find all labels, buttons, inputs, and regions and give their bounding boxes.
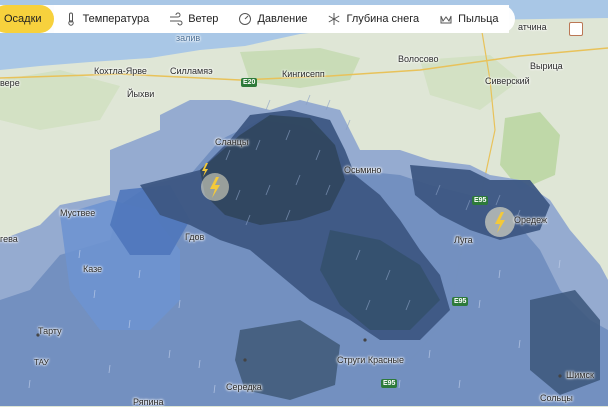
tab-snow-depth[interactable]: Глубина снега: [317, 5, 430, 33]
place-label-strugi: Струги Красные: [337, 355, 405, 365]
tab-label-pressure: Давление: [257, 13, 308, 25]
water-label: залив: [176, 33, 201, 43]
thermometer-icon: [67, 12, 74, 26]
tab-pressure[interactable]: Давление: [228, 5, 318, 33]
place-label-sillamae: Силламяэ: [170, 66, 213, 76]
place-label-volosovo: Волосово: [398, 54, 439, 64]
tab-label-precipitation: Осадки: [4, 13, 42, 25]
tab-temperature[interactable]: Температура: [53, 5, 160, 33]
layer-toolbar: Осадки Температура Ветер Давление Глубин…: [0, 4, 608, 34]
place-label-shimsk: Шимск: [566, 370, 594, 380]
place-label-tay: ТАУ: [34, 358, 49, 367]
wind-icon: [170, 12, 183, 26]
place-label-luga: Луга: [454, 235, 473, 245]
snowflake-icon: [329, 13, 340, 25]
place-label-gdov: Гдов: [185, 232, 205, 242]
place-label-siversky: Сиверский: [485, 76, 530, 86]
tab-label-snow-depth: Глубина снега: [346, 13, 420, 25]
place-label-vere: вере: [0, 78, 20, 88]
pollen-icon: [440, 15, 452, 24]
pressure-gauge-icon: [239, 13, 252, 25]
place-label-kohtla: Кохтла-Ярве: [94, 66, 147, 76]
road-shield-e95-mid: E95: [452, 297, 469, 306]
lightning-marker-oredezh[interactable]: [485, 207, 515, 237]
place-label-oredezh: Оредеж: [514, 215, 547, 225]
place-label-kingisepp: Кингисепп: [282, 69, 325, 79]
road-shield-e95-south: E95: [381, 379, 398, 388]
place-label-iyhvi: Йыхви: [127, 89, 155, 99]
tab-label-temperature: Температура: [82, 13, 150, 25]
tab-wind[interactable]: Ветер: [159, 5, 229, 33]
place-label-seredka: Середка: [226, 382, 262, 392]
road-shield-e20: E20: [241, 78, 258, 87]
tab-label-pollen: Пыльца: [458, 13, 499, 25]
place-label-osmino: Осьмино: [344, 165, 382, 175]
place-label-kaze: Казе: [83, 264, 103, 274]
place-label-vyritsa: Вырица: [530, 61, 563, 71]
tab-label-wind: Ветер: [188, 13, 219, 25]
weather-map[interactable]: [0, 0, 608, 406]
place-label-mustvee: Муствее: [60, 208, 96, 218]
place-label-soltsy: Сольцы: [540, 393, 573, 403]
place-label-egeva: гева: [0, 234, 18, 244]
road-shield-e95-north: E95: [472, 196, 489, 205]
place-label-slantsy: Сланцы: [215, 137, 249, 147]
lightning-marker-slantsy[interactable]: [201, 173, 229, 201]
tab-pollen[interactable]: Пыльца: [429, 5, 509, 33]
place-label-tartu: Тарту: [38, 326, 62, 336]
tab-precipitation[interactable]: Осадки: [0, 5, 54, 33]
layer-tabs: Осадки Температура Ветер Давление Глубин…: [0, 5, 515, 33]
